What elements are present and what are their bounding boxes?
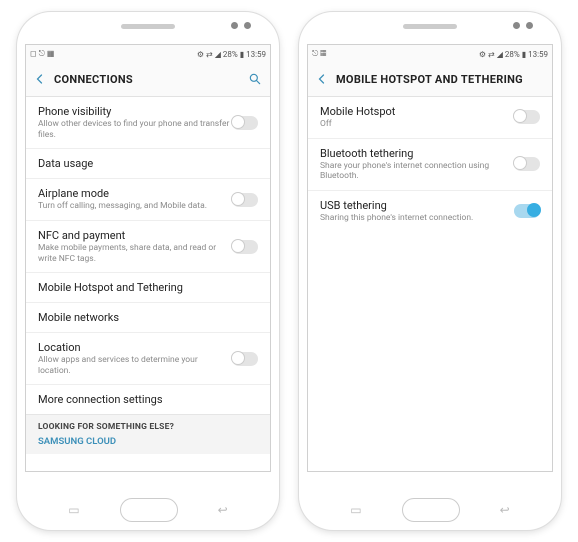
row-sub: Off — [320, 119, 514, 130]
phone-sensors — [231, 22, 251, 29]
row-label: Mobile Hotspot — [320, 105, 514, 118]
row-label: Location — [38, 341, 232, 354]
settings-list: Phone visibility Allow other devices to … — [26, 96, 270, 471]
header: MOBILE HOTSPOT AND TETHERING — [308, 62, 552, 96]
toggle[interactable] — [514, 204, 540, 218]
recent-key-icon[interactable]: ▭ — [350, 503, 361, 517]
row-location[interactable]: Location Allow apps and services to dete… — [26, 332, 270, 384]
row-usb-tethering[interactable]: USB tethering Sharing this phone's inter… — [308, 190, 552, 232]
row-nfc[interactable]: NFC and payment Make mobile payments, sh… — [26, 220, 270, 272]
status-right: ⚙ ⇄ ◢ 28% ▮ 13:59 — [479, 50, 548, 59]
home-button[interactable] — [402, 498, 460, 522]
row-label: USB tethering — [320, 199, 514, 212]
screen: ◻ ⎋ ▦ ⚙ ⇄ ◢ 28% ▮ 13:59 CONNECTIONS Phon… — [25, 44, 271, 472]
row-label: Airplane mode — [38, 187, 232, 200]
toggle[interactable] — [232, 116, 258, 130]
phone-speaker — [121, 24, 175, 29]
row-label: Mobile networks — [38, 311, 258, 324]
phone-speaker — [403, 24, 457, 29]
screen: ⎋ ▦ ⚙ ⇄ ◢ 28% ▮ 13:59 MOBILE HOTSPOT AND… — [307, 44, 553, 472]
hardware-buttons: ▭ ↩ — [17, 498, 279, 522]
status-right: ⚙ ⇄ ◢ 28% ▮ 13:59 — [197, 50, 266, 59]
hardware-buttons: ▭ ↩ — [299, 498, 561, 522]
row-sub: Make mobile payments, share data, and re… — [38, 243, 232, 264]
row-phone-visibility[interactable]: Phone visibility Allow other devices to … — [26, 96, 270, 148]
phone-left: ◻ ⎋ ▦ ⚙ ⇄ ◢ 28% ▮ 13:59 CONNECTIONS Phon… — [17, 12, 279, 530]
header: CONNECTIONS — [26, 62, 270, 96]
row-data-usage[interactable]: Data usage — [26, 148, 270, 178]
row-label: Data usage — [38, 157, 258, 170]
toggle[interactable] — [232, 352, 258, 366]
back-key-icon[interactable]: ↩ — [218, 503, 228, 517]
footer-card: LOOKING FOR SOMETHING ELSE? SAMSUNG CLOU… — [26, 414, 270, 454]
settings-list: Mobile Hotspot Off Bluetooth tethering S… — [308, 96, 552, 471]
toggle[interactable] — [232, 193, 258, 207]
row-sub: Allow apps and services to determine you… — [38, 355, 232, 376]
toggle[interactable] — [514, 157, 540, 171]
row-label: NFC and payment — [38, 229, 232, 242]
row-more-connection[interactable]: More connection settings — [26, 384, 270, 414]
row-mobile-hotspot[interactable]: Mobile Hotspot Off — [308, 96, 552, 138]
page-title: CONNECTIONS — [54, 73, 133, 86]
status-bar: ⎋ ▦ ⚙ ⇄ ◢ 28% ▮ 13:59 — [308, 45, 552, 62]
row-sub: Allow other devices to find your phone a… — [38, 119, 232, 140]
phone-right: ⎋ ▦ ⚙ ⇄ ◢ 28% ▮ 13:59 MOBILE HOTSPOT AND… — [299, 12, 561, 530]
row-airplane-mode[interactable]: Airplane mode Turn off calling, messagin… — [26, 178, 270, 220]
row-label: More connection settings — [38, 393, 258, 406]
status-left: ◻ ⎋ ▦ — [30, 49, 55, 59]
row-label: Bluetooth tethering — [320, 147, 514, 160]
back-icon[interactable] — [34, 73, 46, 85]
search-icon[interactable] — [248, 72, 262, 86]
page-title: MOBILE HOTSPOT AND TETHERING — [336, 73, 523, 86]
back-key-icon[interactable]: ↩ — [500, 503, 510, 517]
home-button[interactable] — [120, 498, 178, 522]
row-sub: Share your phone's internet connection u… — [320, 161, 514, 182]
row-hotspot-tethering[interactable]: Mobile Hotspot and Tethering — [26, 272, 270, 302]
recent-key-icon[interactable]: ▭ — [68, 503, 79, 517]
footer-heading: LOOKING FOR SOMETHING ELSE? — [38, 422, 258, 432]
toggle[interactable] — [232, 240, 258, 254]
row-bluetooth-tethering[interactable]: Bluetooth tethering Share your phone's i… — [308, 138, 552, 190]
row-sub: Sharing this phone's internet connection… — [320, 213, 514, 224]
status-bar: ◻ ⎋ ▦ ⚙ ⇄ ◢ 28% ▮ 13:59 — [26, 45, 270, 62]
row-label: Mobile Hotspot and Tethering — [38, 281, 258, 294]
back-icon[interactable] — [316, 73, 328, 85]
phone-sensors — [513, 22, 533, 29]
row-mobile-networks[interactable]: Mobile networks — [26, 302, 270, 332]
row-sub: Turn off calling, messaging, and Mobile … — [38, 201, 232, 212]
status-left: ⎋ ▦ — [312, 49, 326, 59]
footer-link[interactable]: SAMSUNG CLOUD — [38, 436, 258, 447]
row-label: Phone visibility — [38, 105, 232, 118]
toggle[interactable] — [514, 110, 540, 124]
